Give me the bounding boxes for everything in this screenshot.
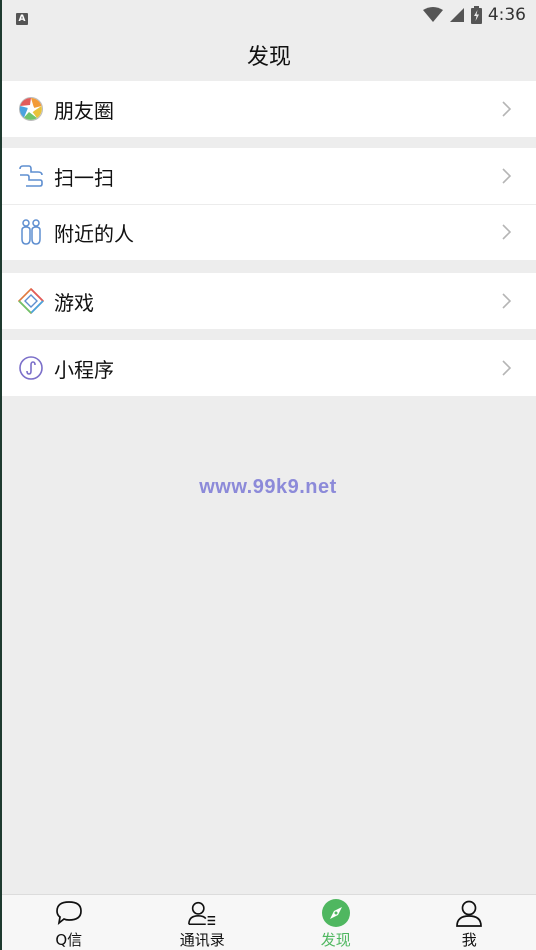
moments-aperture-icon <box>18 96 44 122</box>
person-icon <box>454 898 484 928</box>
chevron-right-icon <box>502 101 512 117</box>
bottom-tab-bar: Q信 通讯录 发现 我 <box>2 894 536 950</box>
menu-item-mini-programs[interactable]: 小程序 <box>2 340 536 396</box>
status-time: 4:36 <box>487 5 526 25</box>
tab-label: 通讯录 <box>179 931 225 949</box>
status-right: 4:36 <box>422 5 526 25</box>
tab-label: 发现 <box>320 931 351 949</box>
chevron-right-icon <box>502 360 512 376</box>
watermark-text: www.99k9.net <box>199 476 337 498</box>
games-icon <box>18 288 44 314</box>
battery-charging-icon <box>470 6 482 24</box>
tab-label: Q信 <box>55 931 83 949</box>
tab-discover[interactable]: 发现 <box>269 895 403 950</box>
mini-program-icon <box>18 355 44 381</box>
menu-group-social: 朋友圈 <box>2 81 536 137</box>
compass-icon <box>321 898 351 928</box>
menu-item-label: 附近的人 <box>54 221 134 246</box>
page-title: 发现 <box>246 45 291 70</box>
menu-item-moments[interactable]: 朋友圈 <box>2 81 536 137</box>
header: 发现 <box>2 30 536 80</box>
nearby-people-icon <box>18 219 44 245</box>
status-left: A <box>16 6 28 25</box>
chevron-right-icon <box>502 168 512 184</box>
tab-label: 我 <box>461 931 477 949</box>
tab-me[interactable]: 我 <box>403 895 536 950</box>
window-edge <box>0 0 2 950</box>
scan-icon <box>18 163 44 189</box>
chevron-right-icon <box>502 224 512 240</box>
tab-contacts[interactable]: 通讯录 <box>136 895 270 950</box>
wifi-icon <box>422 7 443 22</box>
menu-item-label: 朋友圈 <box>54 98 114 123</box>
menu-item-nearby[interactable]: 附近的人 <box>2 204 536 260</box>
menu-group-games: 游戏 <box>2 273 536 329</box>
menu-item-label: 小程序 <box>54 357 114 382</box>
menu-item-label: 游戏 <box>54 290 94 315</box>
tab-chats[interactable]: Q信 <box>2 895 136 950</box>
contacts-icon <box>187 898 217 928</box>
cell-signal-icon <box>449 8 464 22</box>
menu-item-scan[interactable]: 扫一扫 <box>2 148 536 204</box>
chat-bubble-icon <box>54 898 84 928</box>
menu-item-games[interactable]: 游戏 <box>2 273 536 329</box>
menu-item-label: 扫一扫 <box>54 165 114 190</box>
status-bar: A 4:36 <box>2 0 536 30</box>
notification-badge: A <box>16 12 28 25</box>
menu-group-tools: 扫一扫 附近的人 <box>2 148 536 260</box>
chevron-right-icon <box>502 293 512 309</box>
menu-group-mini-programs: 小程序 <box>2 340 536 396</box>
